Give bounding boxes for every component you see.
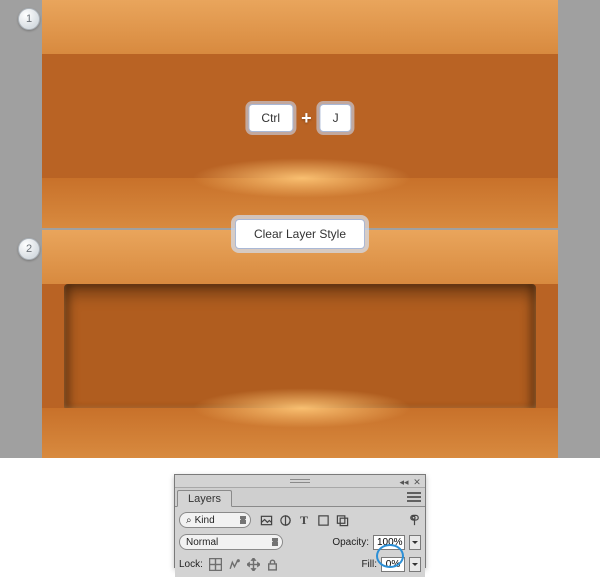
opacity-input[interactable]: 100% [373, 535, 405, 550]
panel-titlebar[interactable]: ◂◂ ✕ [175, 477, 425, 488]
panel-area: ◂◂ ✕ Layers ⌕ Kind [0, 458, 600, 580]
clear-layer-style-button[interactable]: Clear Layer Style [235, 219, 365, 249]
filter-smart-icon[interactable] [335, 513, 349, 527]
fill-input[interactable]: 0% [381, 557, 405, 572]
step-badge-2: 2 [18, 238, 40, 260]
panel-drag-grip-icon[interactable] [290, 477, 310, 483]
lock-all-icon[interactable] [266, 558, 279, 571]
filter-toggle-icon[interactable] [407, 513, 421, 527]
step-badge-1: 1 [18, 8, 40, 30]
blend-mode-value: Normal [186, 537, 218, 548]
key-ctrl: Ctrl [248, 104, 293, 132]
panel-menu-icon[interactable] [407, 491, 421, 503]
filter-shape-icon[interactable] [316, 513, 330, 527]
layers-panel: ◂◂ ✕ Layers ⌕ Kind [174, 474, 426, 568]
panel-tabs: Layers [175, 488, 425, 507]
lock-options [209, 558, 279, 571]
lock-label: Lock: [179, 559, 203, 570]
plus-icon: + [301, 108, 312, 129]
blend-mode-dropdown[interactable]: Normal [179, 534, 283, 550]
filter-adjust-icon[interactable] [278, 513, 292, 527]
search-icon: ⌕ [186, 515, 192, 526]
filter-kind-dropdown[interactable]: ⌕ Kind [179, 512, 251, 528]
filter-type-icons: T [259, 513, 349, 527]
opacity-label: Opacity: [332, 537, 369, 548]
workspace: 1 Ctrl + J Clear Layer Style 2 [0, 0, 600, 458]
step-2-panel: 2 [0, 230, 600, 458]
panel-body: ⌕ Kind T [175, 507, 425, 577]
opacity-slider-toggle[interactable] [409, 535, 421, 550]
key-j: J [320, 104, 352, 132]
panel-close-icon[interactable]: ✕ [412, 478, 422, 486]
shelf-recess-inset [64, 284, 536, 410]
lock-row: Lock: Fill: 0% [179, 554, 421, 574]
tab-layers[interactable]: Layers [177, 490, 232, 507]
panel-collapse-icon[interactable]: ◂◂ [399, 478, 409, 486]
shortcut-hint: Ctrl + J [248, 104, 351, 132]
filter-row: ⌕ Kind T [179, 510, 421, 530]
lock-image-icon[interactable] [228, 558, 241, 571]
canvas-step-2 [42, 230, 558, 458]
fill-slider-toggle[interactable] [409, 557, 421, 572]
filter-pixel-icon[interactable] [259, 513, 273, 527]
step-1-panel: 1 Ctrl + J [0, 0, 600, 228]
filter-kind-label: Kind [195, 515, 215, 526]
fill-label: Fill: [361, 559, 377, 570]
lock-position-icon[interactable] [247, 558, 260, 571]
lock-transparency-icon[interactable] [209, 558, 222, 571]
blend-row: Normal Opacity: 100% [179, 532, 421, 552]
filter-type-icon[interactable]: T [297, 513, 311, 527]
